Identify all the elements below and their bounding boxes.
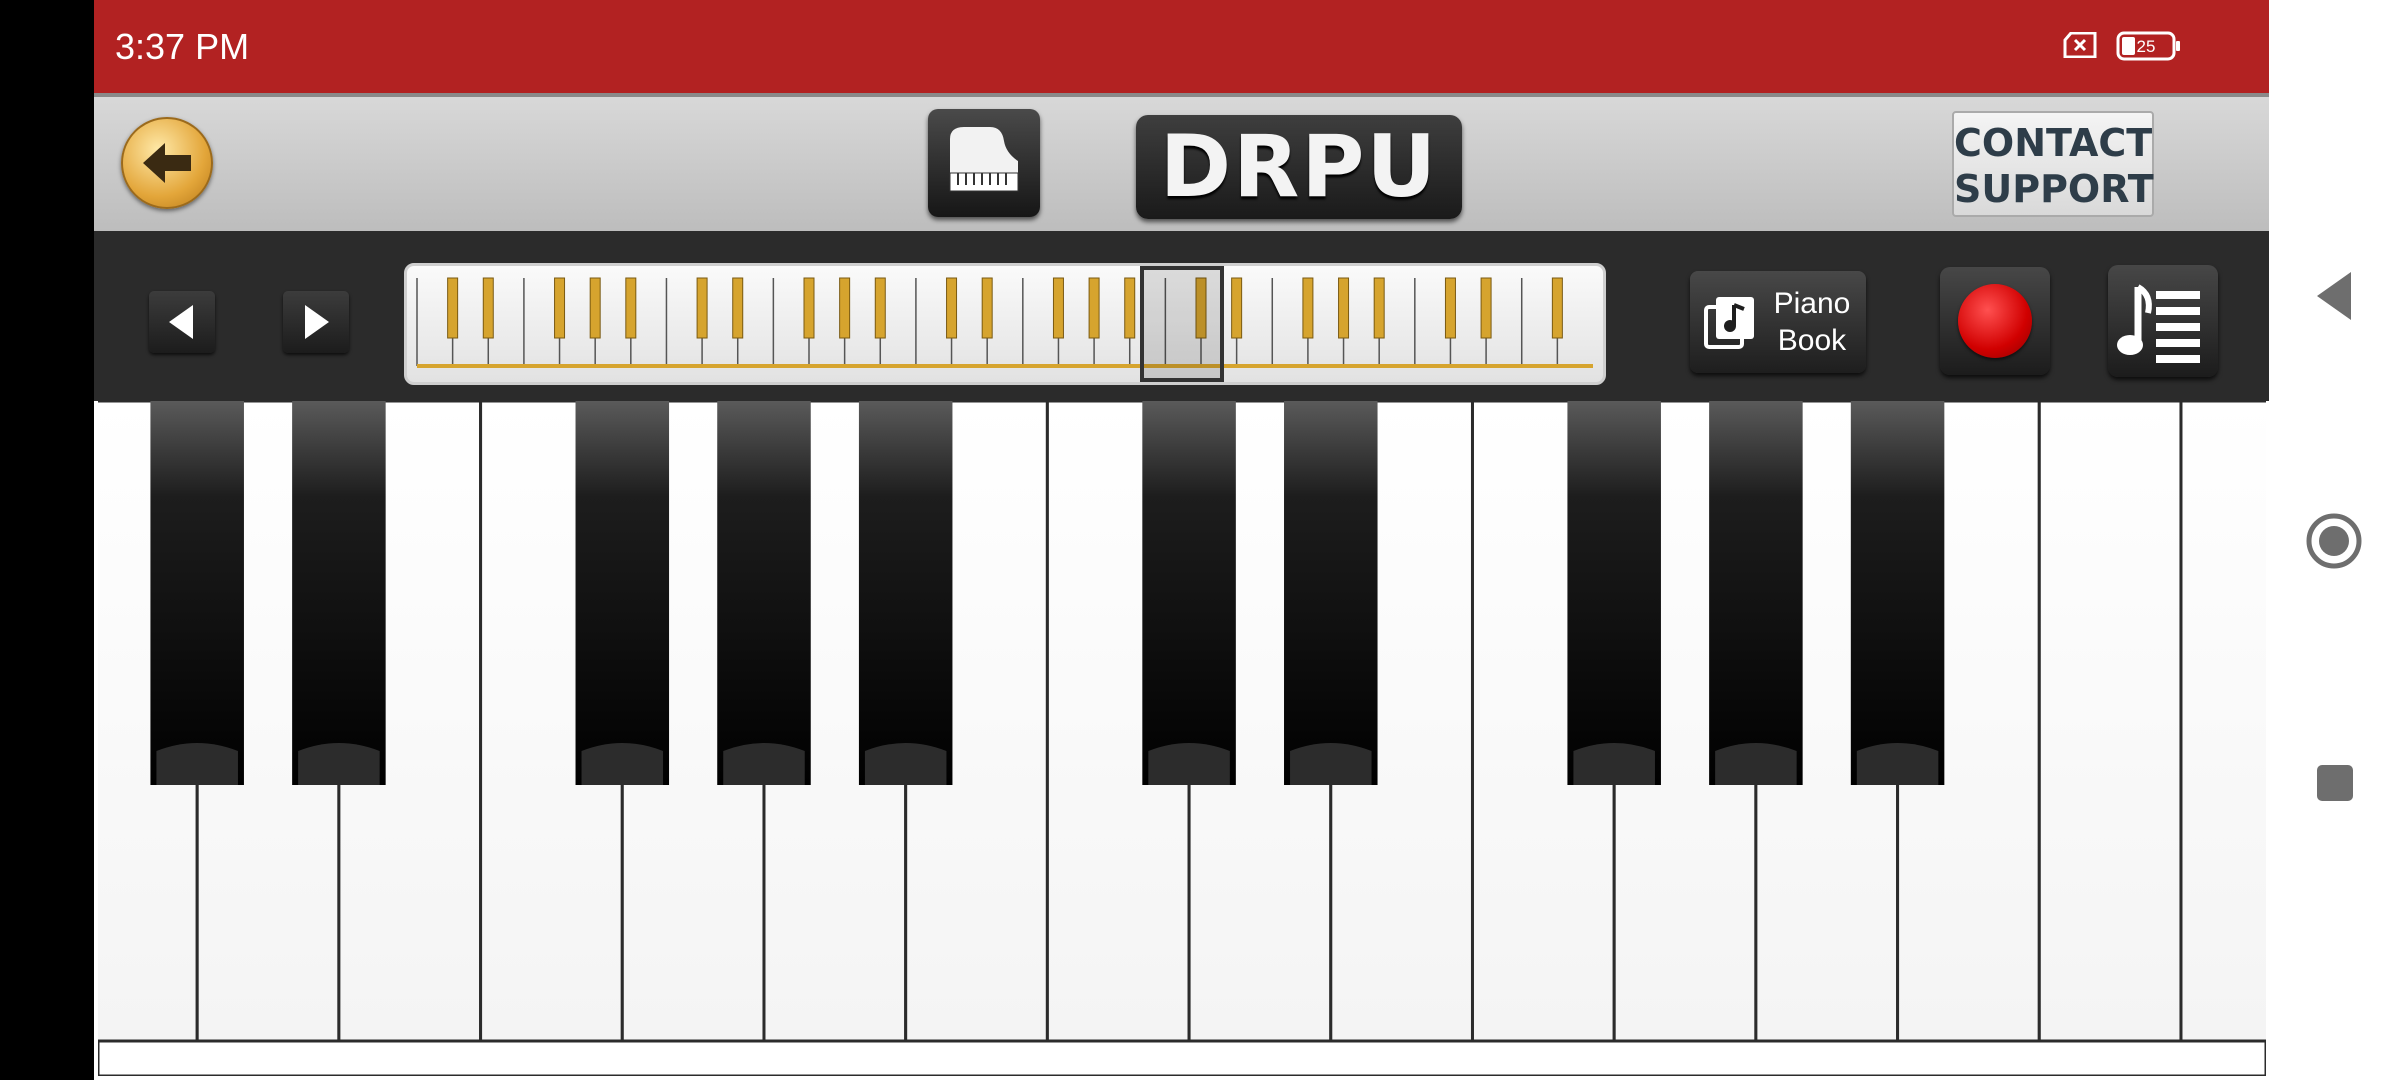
arrow-left-icon	[143, 143, 191, 183]
black-key[interactable]	[858, 401, 953, 785]
mini-black-key	[874, 277, 886, 339]
scroll-right-button[interactable]	[283, 291, 349, 353]
mini-black-key	[1338, 277, 1350, 339]
piano-keyboard[interactable]	[98, 401, 2266, 1076]
battery-icon: 25	[2116, 31, 2180, 61]
mini-black-key	[1480, 277, 1492, 339]
piano-app: 3:37 PM 25 DRPU CONTACT SUPPORT Piano Bo…	[94, 0, 2269, 1080]
piano-book-label: Piano Book	[1773, 287, 1851, 357]
piano-keys	[98, 401, 2266, 1076]
grand-piano-icon	[949, 127, 1019, 192]
black-key[interactable]	[1567, 401, 1661, 785]
mini-black-key	[696, 277, 708, 339]
keyboard-base	[98, 1039, 2266, 1076]
control-bar: Piano Book	[94, 231, 2269, 401]
mini-black-key	[482, 277, 494, 339]
mini-black-key	[554, 277, 566, 339]
record-button[interactable]	[1940, 267, 2050, 375]
contact-support-button[interactable]: CONTACT SUPPORT	[1952, 111, 2154, 217]
scroll-left-button[interactable]	[149, 291, 215, 353]
music-note-book-icon	[1704, 297, 1754, 349]
black-key[interactable]	[1709, 401, 1803, 785]
android-nav-bar	[2269, 0, 2400, 1080]
black-key[interactable]	[1850, 401, 1945, 785]
mini-black-key	[839, 277, 851, 339]
black-key[interactable]	[1142, 401, 1236, 785]
mini-black-key	[1551, 277, 1563, 339]
mini-black-key	[1088, 277, 1100, 339]
black-key[interactable]	[575, 401, 670, 785]
white-key[interactable]	[2037, 401, 2183, 1043]
keyboard-overview-slider[interactable]	[404, 263, 1606, 385]
visible-range-window[interactable]	[1140, 266, 1224, 382]
mini-keyboard	[416, 266, 1593, 382]
back-button[interactable]	[121, 117, 213, 209]
mini-black-key	[625, 277, 637, 339]
mini-black-key	[946, 277, 958, 339]
status-time: 3:37 PM	[115, 26, 250, 67]
white-key[interactable]	[2179, 401, 2266, 1043]
black-key[interactable]	[1284, 401, 1378, 785]
mini-black-key	[1052, 277, 1064, 339]
home-circle-icon[interactable]	[2305, 512, 2363, 570]
battery-level: 25	[2137, 37, 2156, 56]
mini-black-key	[803, 277, 815, 339]
mini-black-key	[1373, 277, 1385, 339]
app-logo: DRPU	[1136, 115, 1462, 219]
back-triangle-icon[interactable]	[2313, 268, 2355, 324]
status-bar: 3:37 PM 25	[94, 0, 2269, 93]
song-list-button[interactable]	[2108, 265, 2218, 377]
record-icon	[1958, 284, 2032, 358]
mini-black-key	[1124, 277, 1136, 339]
recents-square-icon[interactable]	[2315, 763, 2355, 803]
mini-black-key	[1444, 277, 1456, 339]
top-toolbar: DRPU CONTACT SUPPORT	[94, 93, 2269, 231]
triangle-left-icon	[169, 305, 193, 339]
black-key[interactable]	[292, 401, 386, 785]
mini-black-key	[589, 277, 601, 339]
mini-black-key	[1231, 277, 1243, 339]
triangle-right-icon	[305, 305, 329, 339]
mini-black-key	[447, 277, 459, 339]
no-sim-icon	[2063, 32, 2097, 58]
black-key[interactable]	[150, 401, 244, 785]
piano-book-button[interactable]: Piano Book	[1690, 271, 1866, 373]
piano-select-button[interactable]	[928, 109, 1040, 217]
black-key[interactable]	[717, 401, 811, 785]
mini-black-key	[981, 277, 993, 339]
music-note-list-icon	[2117, 284, 2200, 363]
mini-black-key	[732, 277, 744, 339]
mini-black-key	[1302, 277, 1314, 339]
